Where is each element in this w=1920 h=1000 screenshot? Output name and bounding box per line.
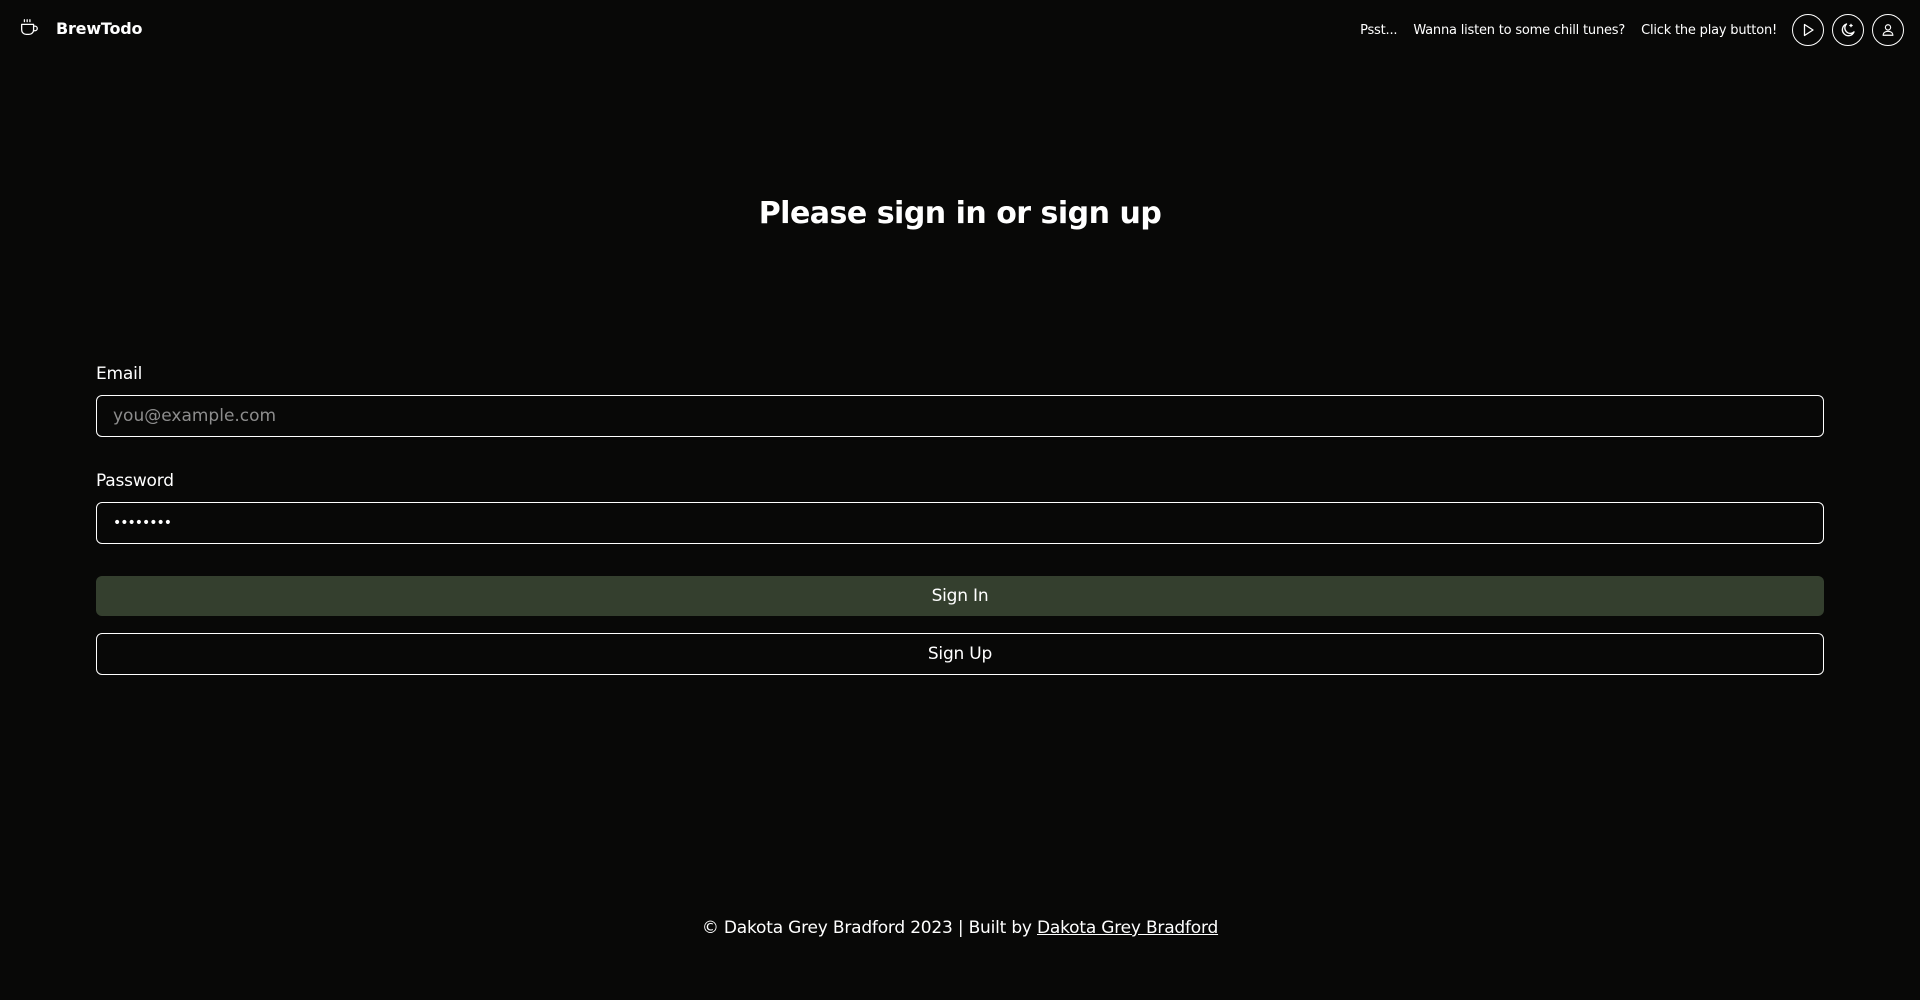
auth-form: Email Password Sign In Sign Up <box>96 362 1824 675</box>
brand-name: BrewTodo <box>56 18 143 38</box>
password-field[interactable] <box>96 502 1824 544</box>
email-field[interactable] <box>96 395 1824 437</box>
coffee-cup-icon <box>17 16 41 40</box>
footer-copyright: © Dakota Grey Bradford 2023 | Built by <box>701 918 1037 938</box>
sign-in-button[interactable]: Sign In <box>96 576 1824 616</box>
play-icon <box>1800 22 1816 38</box>
moon-icon <box>1839 21 1857 39</box>
brand[interactable]: BrewTodo <box>17 16 143 40</box>
page: BrewTodo Psst... Wanna listen to some ch… <box>0 0 1920 1000</box>
page-title: Please sign in or sign up <box>758 196 1162 231</box>
tip-play-button: Click the play button! <box>1641 22 1777 38</box>
header-actions: Psst... Wanna listen to some chill tunes… <box>1360 14 1904 46</box>
account-button[interactable] <box>1872 14 1904 46</box>
top-navbar: BrewTodo Psst... Wanna listen to some ch… <box>0 0 1920 62</box>
password-label: Password <box>96 471 174 491</box>
tip-psst: Psst... <box>1360 22 1398 38</box>
theme-toggle-button[interactable] <box>1832 14 1864 46</box>
user-icon <box>1881 23 1895 37</box>
footer-author-link[interactable]: Dakota Grey Bradford <box>1037 918 1218 938</box>
tip-chill-tunes: Wanna listen to some chill tunes? <box>1413 22 1626 38</box>
footer: © Dakota Grey Bradford 2023 | Built by D… <box>0 918 1920 938</box>
play-button[interactable] <box>1792 14 1824 46</box>
email-label: Email <box>96 364 143 384</box>
sign-up-button[interactable]: Sign Up <box>96 633 1824 675</box>
